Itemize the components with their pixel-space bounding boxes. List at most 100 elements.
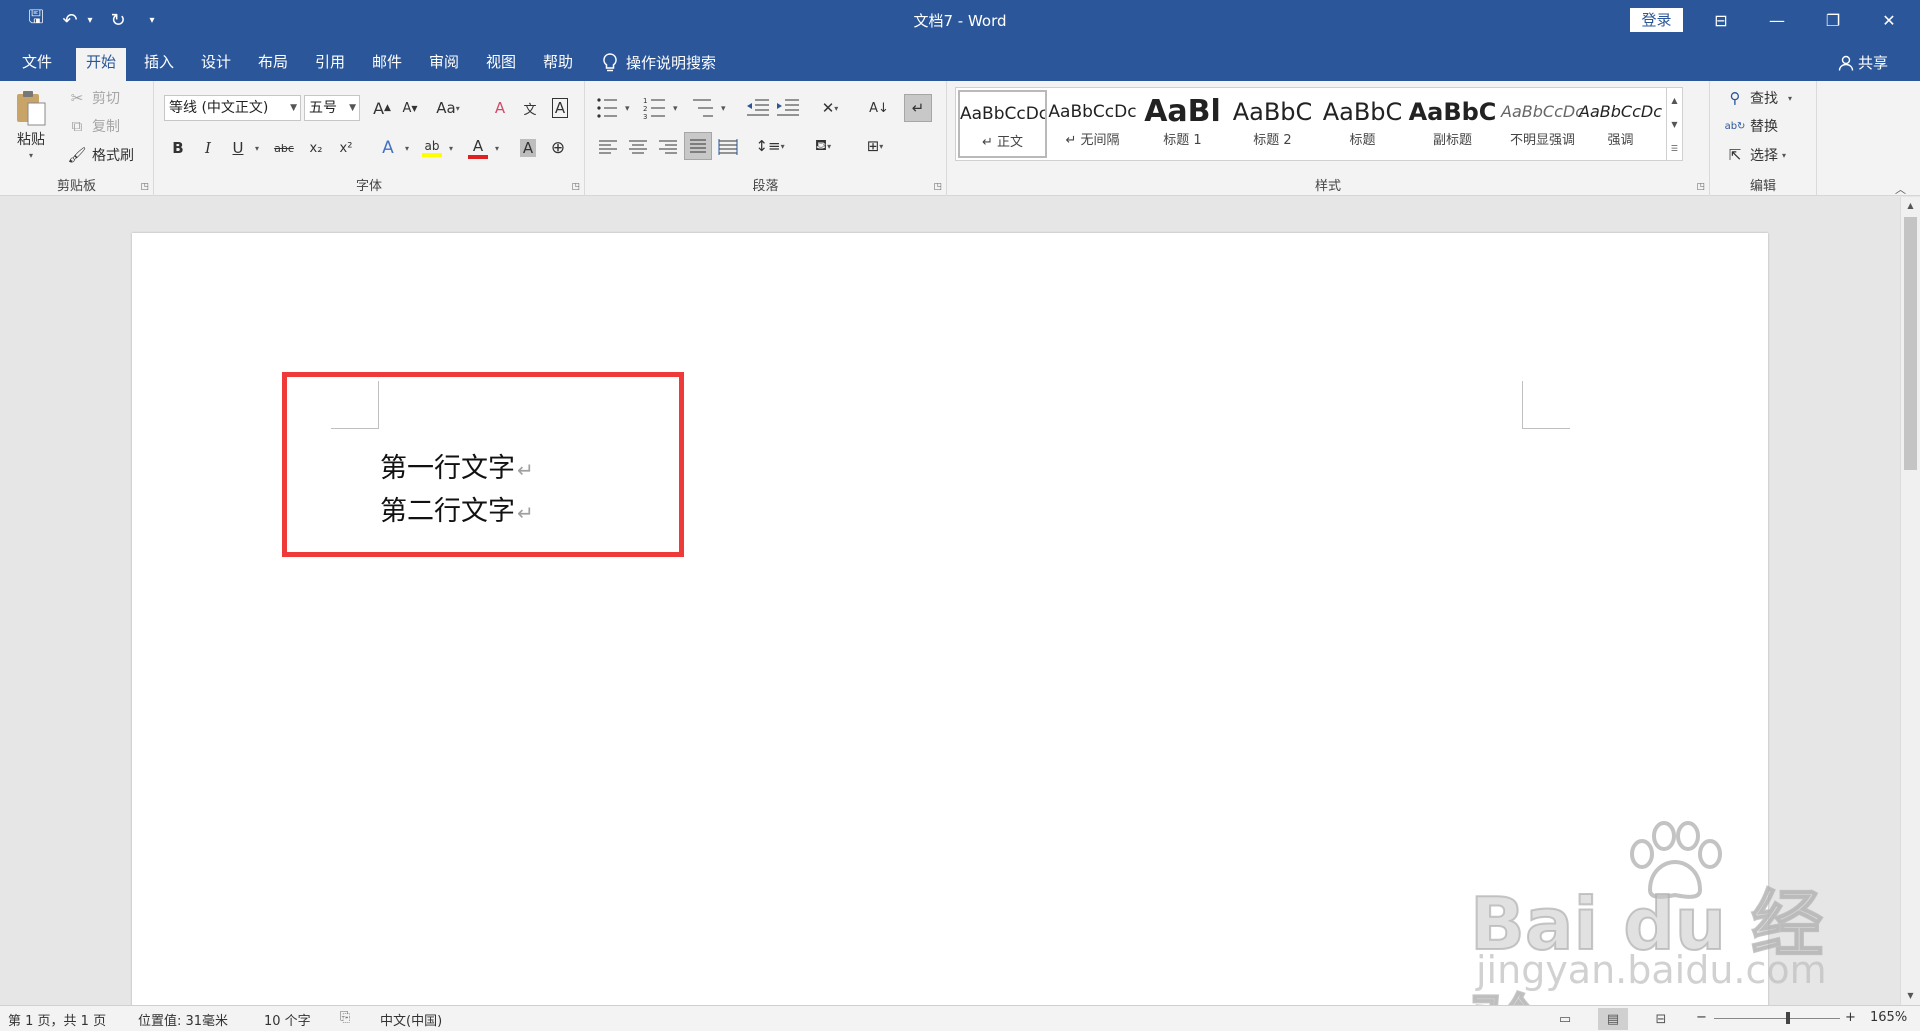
gallery-down-icon[interactable]: ▼ bbox=[1671, 120, 1677, 129]
text-highlight-icon[interactable]: ab bbox=[418, 134, 446, 162]
tab-layout[interactable]: 布局 bbox=[248, 48, 298, 81]
underline-dropdown-icon[interactable]: ▾ bbox=[250, 134, 264, 162]
style-heading-2[interactable]: AaBbC 标题 2 bbox=[1228, 90, 1317, 158]
customize-quick-access-icon[interactable]: ▾ bbox=[144, 6, 160, 34]
text-highlight-dropdown-icon[interactable]: ▾ bbox=[444, 134, 458, 162]
document-page[interactable]: 第一行文字 ↵ 第二行文字 ↵ bbox=[132, 233, 1768, 1031]
style-normal[interactable]: AaBbCcDc ↵ 正文 bbox=[958, 90, 1047, 158]
clipboard-launcher-icon[interactable]: ◳ bbox=[140, 182, 149, 192]
style-title[interactable]: AaBbC 标题 bbox=[1318, 90, 1407, 158]
style-no-spacing[interactable]: AaBbCcDc ↵ 无间隔 bbox=[1048, 90, 1137, 158]
zoom-slider-thumb[interactable] bbox=[1786, 1012, 1790, 1024]
share-button[interactable]: 共享 bbox=[1838, 48, 1888, 78]
tell-me-search[interactable]: 操作说明搜索 bbox=[602, 48, 716, 78]
ribbon-display-options-icon[interactable]: ⊟ bbox=[1693, 0, 1749, 40]
gallery-up-icon[interactable]: ▲ bbox=[1671, 96, 1677, 105]
replace-button[interactable]: ab↻ 替换 bbox=[1724, 115, 1778, 137]
web-layout-icon[interactable]: ⊟ bbox=[1646, 1008, 1676, 1030]
increase-indent-icon[interactable] bbox=[775, 95, 801, 121]
align-center-icon[interactable] bbox=[627, 136, 649, 158]
redo-icon[interactable]: ↻ bbox=[104, 6, 132, 34]
paste-dropdown-icon[interactable]: ▾ bbox=[29, 151, 33, 160]
font-size-combo[interactable]: 五号 ▼ bbox=[304, 95, 360, 121]
zoom-slider[interactable] bbox=[1714, 1018, 1840, 1019]
scroll-down-icon[interactable]: ▼ bbox=[1901, 987, 1920, 1005]
style-subtitle[interactable]: AaBbC 副标题 bbox=[1408, 90, 1497, 158]
shading-icon[interactable]: ⛾ ▾ bbox=[803, 132, 843, 160]
language-indicator[interactable]: 中文(中国) bbox=[380, 1010, 442, 1029]
chinese-layout-icon[interactable]: ✕ ▾ bbox=[810, 94, 850, 122]
tab-design[interactable]: 设计 bbox=[191, 48, 241, 81]
font-launcher-icon[interactable]: ◳ bbox=[571, 182, 580, 192]
numbering-icon[interactable]: 123 ▾ bbox=[643, 95, 691, 121]
superscript-icon[interactable]: x² bbox=[332, 134, 360, 162]
minimize-icon[interactable]: — bbox=[1749, 0, 1805, 40]
character-shading-icon[interactable]: A bbox=[514, 134, 542, 162]
underline-icon[interactable]: U bbox=[224, 134, 252, 162]
tab-insert[interactable]: 插入 bbox=[134, 48, 184, 81]
justify-icon[interactable] bbox=[684, 132, 712, 160]
clear-formatting-icon[interactable]: A bbox=[486, 94, 514, 122]
shrink-font-icon[interactable]: A ▼ bbox=[396, 94, 424, 122]
sort-icon[interactable]: A↓ bbox=[865, 94, 893, 122]
tab-review[interactable]: 审阅 bbox=[419, 48, 469, 81]
collapse-ribbon-icon[interactable]: ︿ bbox=[1895, 181, 1906, 197]
tab-home[interactable]: 开始 bbox=[76, 48, 127, 81]
find-button[interactable]: ⚲ 查找 ▾ bbox=[1724, 87, 1793, 109]
font-color-dropdown-icon[interactable]: ▾ bbox=[490, 134, 504, 162]
zoom-level[interactable]: 165% bbox=[1870, 1010, 1907, 1025]
login-button[interactable]: 登录 bbox=[1630, 8, 1683, 32]
format-painter-button[interactable]: 🖌 格式刷 bbox=[66, 144, 134, 166]
bullets-icon[interactable]: ▾ bbox=[595, 95, 643, 121]
proofing-icon[interactable]: ⎘ bbox=[340, 1010, 350, 1025]
align-left-icon[interactable] bbox=[597, 136, 619, 158]
read-mode-icon[interactable]: ▭ bbox=[1550, 1008, 1580, 1030]
style-subtle-emphasis[interactable]: AaBbCcDc 不明显强调 bbox=[1498, 90, 1587, 158]
close-icon[interactable]: ✕ bbox=[1861, 0, 1917, 40]
change-case-icon[interactable]: Aa ▾ bbox=[430, 94, 466, 122]
font-color-icon[interactable]: A bbox=[464, 134, 492, 162]
print-layout-icon[interactable]: ▤ bbox=[1598, 1008, 1628, 1030]
restore-icon[interactable]: ❐ bbox=[1805, 0, 1861, 40]
tab-references[interactable]: 引用 bbox=[305, 48, 355, 81]
grow-font-icon[interactable]: A ▲ bbox=[368, 94, 396, 122]
distributed-icon[interactable] bbox=[717, 136, 739, 158]
gallery-more-icon[interactable]: ☰ bbox=[1671, 144, 1678, 153]
font-name-dropdown-icon[interactable]: ▼ bbox=[290, 96, 297, 120]
vertical-scrollbar[interactable]: ▲ ▼ bbox=[1900, 197, 1920, 1005]
borders-icon[interactable]: ⊞ ▾ bbox=[855, 132, 895, 160]
tab-view[interactable]: 视图 bbox=[476, 48, 526, 81]
enclose-characters-icon[interactable]: ⊕ bbox=[544, 134, 572, 162]
cut-button[interactable]: ✂ 剪切 bbox=[66, 87, 120, 109]
font-name-combo[interactable]: 等线 (中文正文) ▼ bbox=[164, 95, 301, 121]
paragraph-launcher-icon[interactable]: ◳ bbox=[933, 182, 942, 192]
save-icon[interactable]: 🖫 bbox=[22, 6, 50, 34]
bold-icon[interactable]: B bbox=[164, 134, 192, 162]
align-right-icon[interactable] bbox=[657, 136, 679, 158]
tab-help[interactable]: 帮助 bbox=[533, 48, 583, 81]
character-border-icon[interactable]: A bbox=[546, 94, 574, 122]
show-formatting-marks-icon[interactable]: ↵ bbox=[904, 94, 932, 122]
scroll-up-icon[interactable]: ▲ bbox=[1901, 197, 1920, 215]
zoom-out-icon[interactable]: − bbox=[1696, 1010, 1707, 1025]
select-button[interactable]: ⇱ 选择 ▾ bbox=[1724, 144, 1786, 166]
tab-mailings[interactable]: 邮件 bbox=[362, 48, 412, 81]
zoom-in-icon[interactable]: + bbox=[1845, 1010, 1856, 1025]
strikethrough-icon[interactable]: abc bbox=[268, 134, 300, 162]
tab-file[interactable]: 文件 bbox=[12, 48, 62, 81]
page-count[interactable]: 第 1 页，共 1 页 bbox=[8, 1010, 106, 1029]
font-size-dropdown-icon[interactable]: ▼ bbox=[349, 96, 356, 120]
italic-icon[interactable]: I bbox=[194, 134, 222, 162]
style-heading-1[interactable]: AaBl 标题 1 bbox=[1138, 90, 1227, 158]
subscript-icon[interactable]: x₂ bbox=[302, 134, 330, 162]
styles-launcher-icon[interactable]: ◳ bbox=[1696, 182, 1705, 192]
multilevel-list-icon[interactable]: ▾ bbox=[691, 95, 739, 121]
copy-button[interactable]: ⧉ 复制 bbox=[66, 115, 120, 137]
text-effects-icon[interactable]: A bbox=[374, 134, 402, 162]
undo-icon[interactable]: ↶ bbox=[58, 6, 82, 34]
line-spacing-icon[interactable]: ↕≡ ▾ bbox=[750, 132, 790, 160]
decrease-indent-icon[interactable] bbox=[745, 95, 771, 121]
word-count[interactable]: 10 个字 bbox=[264, 1010, 311, 1029]
undo-dropdown-icon[interactable]: ▾ bbox=[84, 6, 96, 34]
paste-button[interactable]: 粘贴 ▾ bbox=[14, 89, 48, 160]
